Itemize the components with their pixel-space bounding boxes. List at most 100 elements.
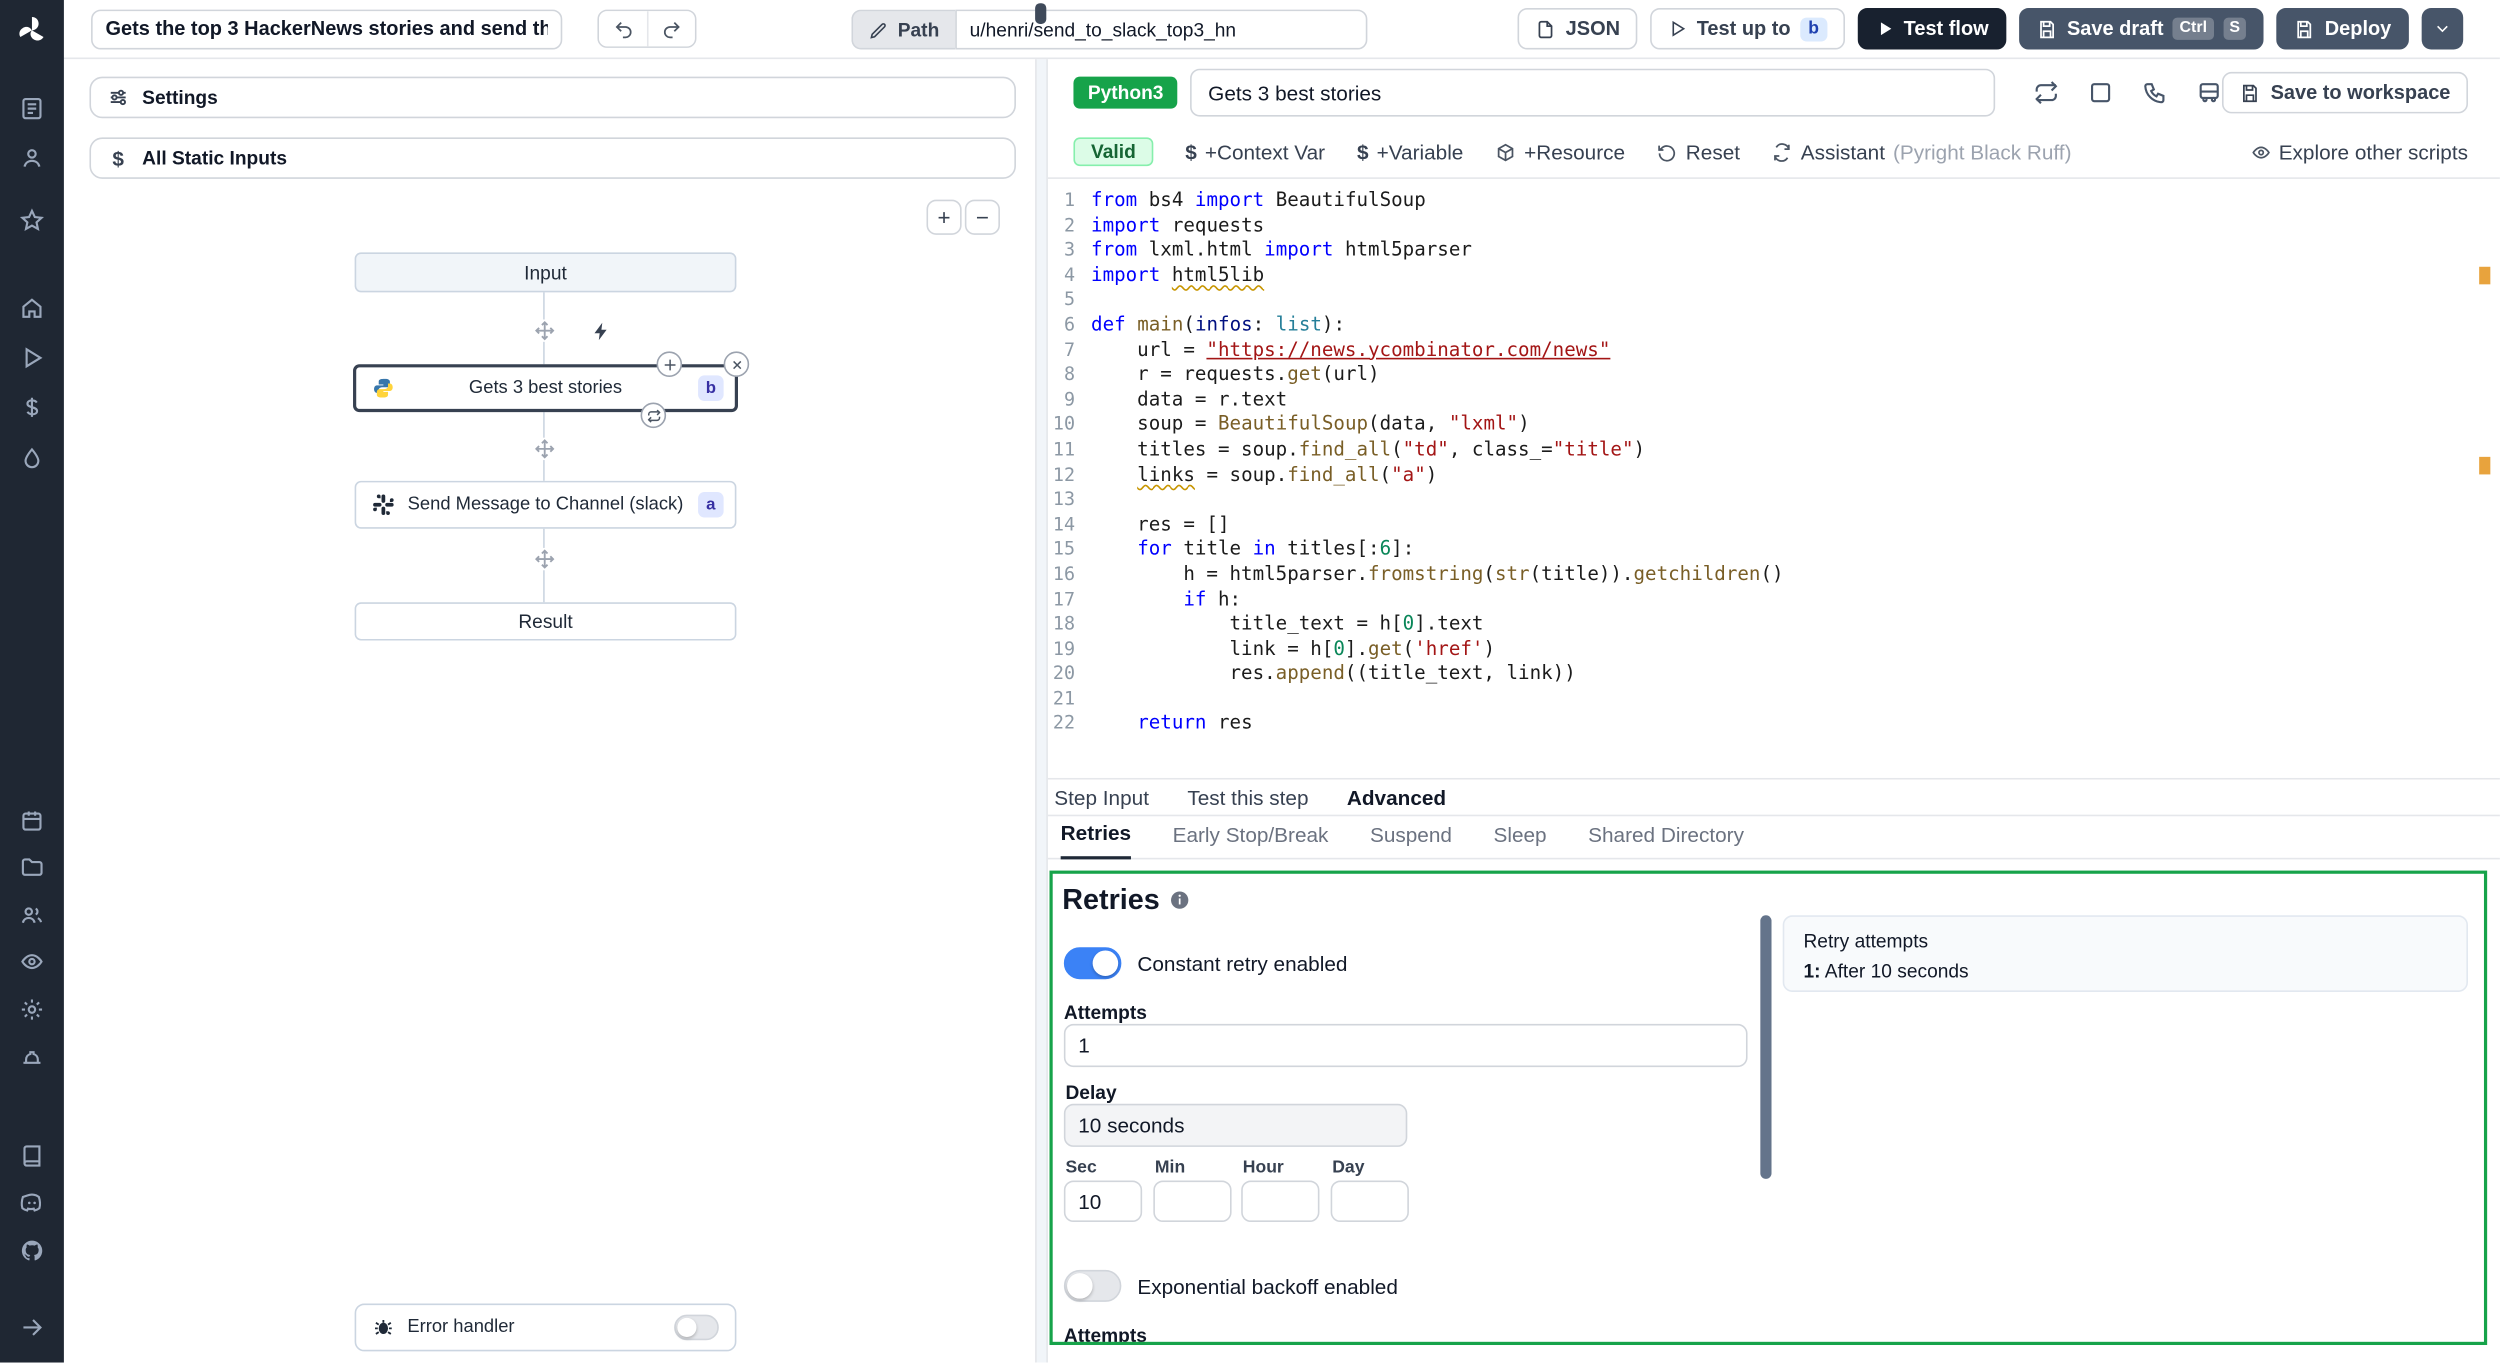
sec-input[interactable] bbox=[1063, 1180, 1143, 1223]
collapse-arrow-right-icon[interactable] bbox=[19, 1315, 45, 1341]
json-button[interactable]: JSON bbox=[1517, 7, 1638, 50]
trigger-bolt-icon[interactable] bbox=[591, 321, 612, 342]
user-icon[interactable] bbox=[19, 145, 45, 171]
flow-node-gets-3-best-stories[interactable]: Gets 3 best stories b bbox=[353, 364, 738, 413]
delete-step-button[interactable] bbox=[723, 351, 750, 377]
flow-node-result[interactable]: Result bbox=[354, 602, 737, 641]
day-input[interactable] bbox=[1330, 1180, 1409, 1223]
delay-input[interactable] bbox=[1063, 1103, 1408, 1147]
retries-scrollbar[interactable] bbox=[1760, 915, 1772, 1179]
flow-node-input[interactable]: Input bbox=[354, 252, 737, 293]
redo-button[interactable] bbox=[646, 11, 695, 47]
splitter-handle[interactable] bbox=[1035, 3, 1047, 24]
variables-dollar-icon[interactable] bbox=[19, 395, 45, 421]
code-line[interactable]: 15 for title in titles[:6]: bbox=[1048, 537, 2500, 562]
deploy-button[interactable]: Deploy bbox=[2276, 7, 2409, 50]
code-line[interactable]: 17 if h: bbox=[1048, 587, 2500, 612]
insert-step-icon[interactable] bbox=[533, 437, 556, 461]
runs-play-icon[interactable] bbox=[19, 345, 45, 371]
path-input[interactable] bbox=[955, 9, 1368, 50]
panel-square-icon[interactable] bbox=[2089, 80, 2115, 106]
favorites-star-icon[interactable] bbox=[19, 208, 45, 234]
insert-step-icon[interactable] bbox=[533, 547, 556, 571]
move-step-button[interactable] bbox=[656, 351, 683, 377]
bus-icon[interactable] bbox=[2197, 80, 2223, 106]
audit-eye-icon[interactable] bbox=[19, 949, 45, 975]
code-line[interactable]: 21 bbox=[1048, 687, 2500, 712]
attempts-input[interactable] bbox=[1063, 1023, 1748, 1068]
save-draft-button[interactable]: Save draft Ctrl S bbox=[2019, 7, 2265, 50]
code-line[interactable]: 13 bbox=[1048, 487, 2500, 512]
exponential-backoff-toggle[interactable] bbox=[1063, 1269, 1122, 1302]
reset-button[interactable]: Reset bbox=[1657, 140, 1740, 164]
save-to-workspace-button[interactable]: Save to workspace bbox=[2222, 71, 2468, 114]
workers-hardhat-icon[interactable] bbox=[19, 1045, 45, 1071]
code-line[interactable]: 1 from bs4 import BeautifulSoup bbox=[1048, 188, 2500, 213]
apps-list-icon[interactable] bbox=[19, 96, 45, 122]
code-line[interactable]: 2 import requests bbox=[1048, 213, 2500, 238]
code-line[interactable]: 22 return res bbox=[1048, 712, 2500, 737]
code-line[interactable]: 8 r = requests.get(url) bbox=[1048, 363, 2500, 388]
info-icon[interactable] bbox=[1169, 890, 1190, 911]
discord-icon[interactable] bbox=[19, 1190, 45, 1216]
github-icon[interactable] bbox=[19, 1238, 45, 1264]
subtab-retries[interactable]: Retries bbox=[1060, 821, 1132, 860]
windmill-logo-icon[interactable] bbox=[16, 14, 48, 46]
sync-repeat-icon[interactable] bbox=[2034, 80, 2060, 106]
code-line[interactable]: 3 from lxml.html import html5parser bbox=[1048, 238, 2500, 263]
test-flow-button[interactable]: Test flow bbox=[1857, 7, 2007, 50]
code-line[interactable]: 5 bbox=[1048, 288, 2500, 313]
code-editor[interactable]: 1 from bs4 import BeautifulSoup 2 import re… bbox=[1048, 179, 2500, 778]
schedules-calendar-icon[interactable] bbox=[19, 808, 45, 834]
tab-step-input[interactable]: Step Input bbox=[1054, 785, 1149, 809]
assistant-button[interactable]: Assistant (Pyright Black Ruff) bbox=[1772, 140, 2072, 164]
phone-icon[interactable] bbox=[2143, 80, 2169, 106]
subtab-shared-directory[interactable]: Shared Directory bbox=[1588, 823, 1744, 858]
error-handler-toggle[interactable] bbox=[674, 1314, 719, 1341]
code-line[interactable]: 14 res = [] bbox=[1048, 512, 2500, 537]
subtab-sleep[interactable]: Sleep bbox=[1493, 823, 1546, 858]
path-pill[interactable]: Path bbox=[851, 9, 956, 50]
flow-node-send-message[interactable]: Send Message to Channel (slack) a bbox=[354, 480, 737, 529]
constant-retry-toggle[interactable] bbox=[1063, 947, 1122, 980]
home-icon[interactable] bbox=[19, 296, 45, 322]
code-line[interactable]: 7 url = "https://news.ycombinator.com/ne… bbox=[1048, 338, 2500, 363]
error-handler-node[interactable]: Error handler bbox=[354, 1303, 737, 1352]
flow-title-input[interactable] bbox=[91, 8, 563, 49]
groups-users-icon[interactable] bbox=[19, 903, 45, 929]
flow-settings-button[interactable]: Settings bbox=[89, 76, 1016, 119]
subtab-early-stop[interactable]: Early Stop/Break bbox=[1173, 823, 1329, 858]
all-static-inputs-button[interactable]: $ All Static Inputs bbox=[89, 137, 1016, 179]
zoom-in-button[interactable]: + bbox=[926, 199, 962, 235]
code-line[interactable]: 12 links = soup.find_all("a") bbox=[1048, 462, 2500, 487]
test-up-to-button[interactable]: Test up to b bbox=[1650, 7, 1845, 50]
deploy-dropdown-button[interactable] bbox=[2421, 7, 2464, 50]
add-resource-button[interactable]: +Resource bbox=[1495, 140, 1625, 164]
code-line[interactable]: 18 title_text = h[0].text bbox=[1048, 612, 2500, 637]
folders-icon[interactable] bbox=[19, 855, 45, 881]
subtab-suspend[interactable]: Suspend bbox=[1370, 823, 1452, 858]
loop-step-button[interactable] bbox=[640, 402, 667, 429]
code-line[interactable]: 19 link = h[0].get('href') bbox=[1048, 637, 2500, 662]
code-line[interactable]: 4 import html5lib bbox=[1048, 263, 2500, 288]
code-line[interactable]: 20 res.append((title_text, link)) bbox=[1048, 662, 2500, 687]
code-line[interactable]: 6 def main(infos: list): bbox=[1048, 313, 2500, 338]
step-title-input[interactable] bbox=[1190, 68, 1996, 117]
pane-splitter[interactable] bbox=[1035, 59, 1048, 1363]
add-context-var-button[interactable]: $ +Context Var bbox=[1185, 140, 1325, 164]
code-line[interactable]: 16 h = html5parser.fromstring(str(title)… bbox=[1048, 562, 2500, 587]
zoom-out-button[interactable]: − bbox=[964, 199, 1000, 235]
min-input[interactable] bbox=[1153, 1180, 1232, 1223]
hour-input[interactable] bbox=[1241, 1180, 1320, 1223]
tab-test-this-step[interactable]: Test this step bbox=[1187, 785, 1308, 809]
tab-advanced[interactable]: Advanced bbox=[1347, 785, 1446, 809]
settings-gear-icon[interactable] bbox=[19, 997, 45, 1023]
resources-droplet-icon[interactable] bbox=[19, 446, 45, 472]
code-line[interactable]: 11 titles = soup.find_all("td", class_="… bbox=[1048, 438, 2500, 463]
docs-book-icon[interactable] bbox=[19, 1142, 45, 1168]
undo-button[interactable] bbox=[599, 11, 647, 47]
code-line[interactable]: 10 soup = BeautifulSoup(data, "lxml") bbox=[1048, 413, 2500, 438]
insert-step-icon[interactable] bbox=[533, 319, 556, 342]
code-line[interactable]: 9 data = r.text bbox=[1048, 388, 2500, 413]
add-variable-button[interactable]: $ +Variable bbox=[1357, 140, 1463, 164]
